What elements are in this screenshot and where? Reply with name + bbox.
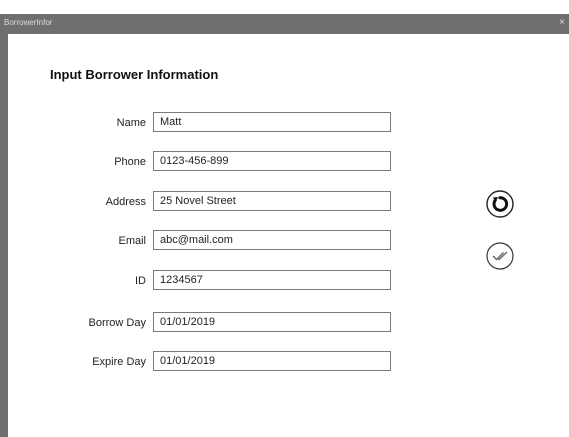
address-input[interactable]: [153, 191, 391, 211]
address-label: Address: [105, 196, 146, 208]
reset-button[interactable]: [486, 190, 514, 218]
expire-day-label: Expire Day: [92, 356, 146, 368]
borrower-info-window: BorrowerInfor × Input Borrower Informati…: [0, 0, 569, 437]
id-label: ID: [135, 275, 146, 287]
close-icon[interactable]: ×: [559, 17, 565, 29]
id-input[interactable]: [153, 270, 391, 290]
borrow-day-label: Borrow Day: [88, 317, 146, 329]
window-title: BorrowerInfor: [4, 18, 53, 27]
phone-input[interactable]: [153, 151, 391, 171]
name-input[interactable]: [153, 112, 391, 132]
email-label: Email: [118, 235, 146, 247]
title-bar[interactable]: BorrowerInfor ×: [0, 14, 569, 34]
name-label: Name: [116, 117, 146, 129]
borrow-day-input[interactable]: [153, 312, 391, 332]
phone-label: Phone: [114, 156, 146, 168]
form-heading: Input Borrower Information: [50, 67, 219, 82]
double-check-icon: [486, 242, 514, 270]
confirm-button[interactable]: [486, 242, 514, 270]
window-left-border: [0, 34, 8, 437]
email-input[interactable]: [153, 230, 391, 250]
refresh-icon: [486, 190, 514, 218]
expire-day-input[interactable]: [153, 351, 391, 371]
